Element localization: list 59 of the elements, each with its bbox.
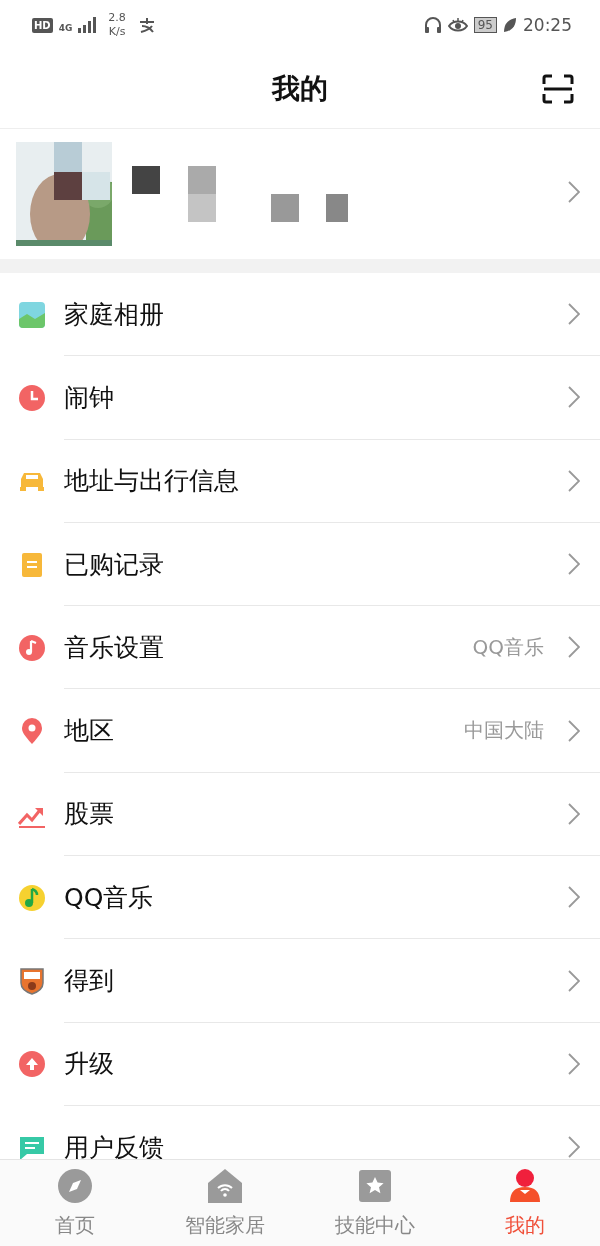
upgrade-icon	[18, 1050, 46, 1079]
menu-item[interactable]: 家庭相册	[0, 273, 600, 357]
headphones-icon	[423, 16, 442, 34]
chevron-icon	[568, 303, 580, 326]
menu-item[interactable]: 地址与出行信息	[0, 439, 600, 523]
menu-label: 地区	[64, 715, 115, 748]
hd-badge: HD	[32, 17, 53, 33]
music-icon	[18, 633, 46, 662]
menu-item[interactable]: 已购记录	[0, 522, 600, 607]
chevron-icon	[568, 886, 580, 909]
menu-value: 中国大陆	[464, 717, 544, 745]
menu-label: 升级	[64, 1048, 115, 1081]
chevron-icon	[568, 553, 580, 576]
menu-label: 地址与出行信息	[64, 465, 240, 498]
chevron-icon	[568, 802, 580, 825]
clock-icon	[18, 383, 46, 412]
person-icon	[507, 1168, 543, 1204]
photo-icon	[18, 300, 46, 329]
menu-value: QQ音乐	[472, 633, 544, 661]
chevron-icon	[568, 181, 580, 203]
speed-value: 2.8	[108, 11, 126, 25]
menu-label: 用户反馈	[64, 1131, 165, 1159]
page-title: 我的	[272, 71, 328, 107]
speed-unit: K/s	[108, 25, 126, 39]
menu-label: 音乐设置	[64, 631, 165, 664]
clock-time: 20:25	[523, 15, 572, 35]
menu-label: QQ音乐	[64, 881, 155, 914]
menu-item[interactable]: QQ音乐	[0, 856, 600, 940]
scan-icon[interactable]	[542, 74, 574, 104]
chevron-icon	[568, 386, 580, 409]
network-label: 4G	[58, 23, 73, 33]
menu-item[interactable]: 升级	[0, 1022, 600, 1106]
home-icon	[207, 1168, 243, 1204]
chevron-icon	[568, 1052, 580, 1075]
chevron-icon	[568, 1136, 580, 1159]
battery-indicator: 95	[473, 17, 497, 33]
menu-label: 得到	[64, 965, 115, 997]
leaf-icon	[503, 17, 517, 33]
menu-item[interactable]: 闹钟	[0, 356, 600, 440]
pay-icon	[137, 17, 156, 33]
qqmusic-icon	[18, 883, 46, 912]
eye-icon	[447, 17, 468, 33]
menu-item[interactable]: 地区 中国大陆	[0, 689, 600, 773]
chevron-icon	[568, 636, 580, 659]
menu-label: 家庭相册	[64, 298, 165, 331]
tab[interactable]: 技能中心	[300, 1160, 450, 1246]
signal-icon	[78, 17, 97, 33]
menu-label: 股票	[64, 798, 115, 831]
chevron-icon	[568, 469, 580, 492]
menu-item[interactable]: 音乐设置 QQ音乐	[0, 606, 600, 690]
tab[interactable]: 智能家居	[150, 1160, 300, 1246]
chevron-icon	[568, 719, 580, 742]
menu-label: 闹钟	[64, 381, 115, 414]
chevron-icon	[568, 969, 580, 992]
compass-icon	[57, 1168, 93, 1204]
menu-label: 已购记录	[64, 548, 165, 581]
menu-item[interactable]: 得到	[0, 939, 600, 1023]
shield-icon	[18, 967, 46, 995]
menu-item[interactable]: 股票	[0, 772, 600, 857]
